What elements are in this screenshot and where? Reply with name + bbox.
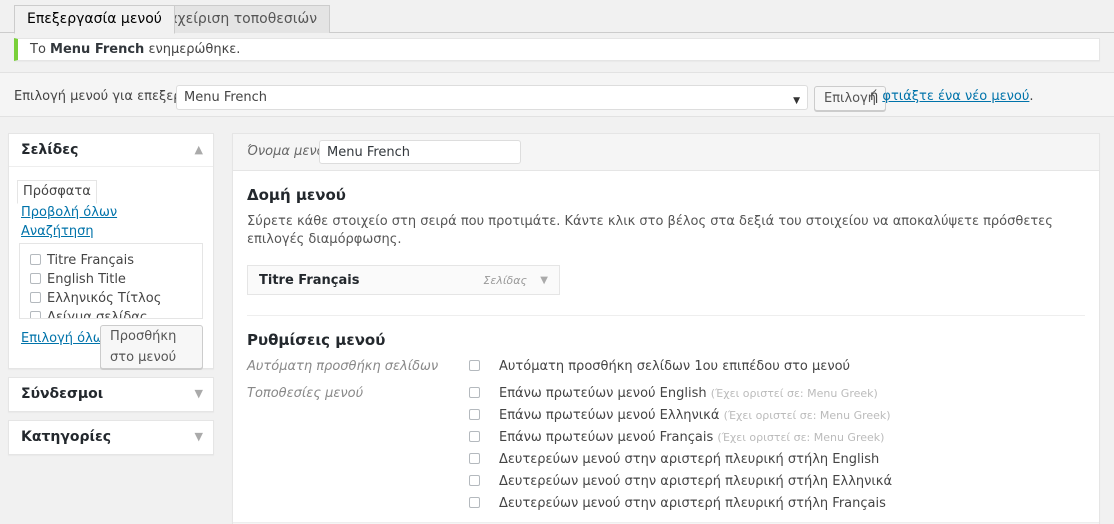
checkbox-icon[interactable]	[469, 360, 480, 371]
expand-arrow-down-icon[interactable]: ▼	[195, 388, 203, 399]
checkbox-icon[interactable]	[30, 254, 41, 265]
setting-fields-locations: Επάνω πρωτεύων μενού English (Έχει οριστ…	[469, 385, 1085, 512]
setting-fields-auto-add: Αυτόματη προσθήκη σελίδων 1ου επιπέδου σ…	[469, 358, 1085, 375]
postbox-links-title: Σύνδεσμοι	[21, 386, 104, 402]
setting-label-locations: Τοποθεσίες μενού	[247, 386, 364, 401]
menu-settings: Αυτόματη προσθήκη σελίδων Αυτόματη προσθ…	[247, 358, 1085, 512]
period-text: .	[1029, 89, 1034, 104]
menu-select-bar: Επιλογή μενού για επεξεργασία: Menu Fren…	[0, 72, 1114, 117]
page-label: Titre Français	[47, 253, 135, 268]
checkbox-icon[interactable]	[30, 311, 41, 318]
setting-label-auto-add: Αυτόματη προσθήκη σελίδων	[247, 359, 439, 374]
pages-tab-recent[interactable]: Πρόσφατα	[17, 180, 97, 204]
expand-arrow-down-icon[interactable]: ▼	[195, 431, 203, 442]
nav-tab-wrapper: Επεξεργασία μενού Διαχείριση τοποθεσιών	[0, 0, 1114, 34]
create-new-menu-link[interactable]: φτιάξτε ένα νέο μενού	[882, 89, 1029, 104]
postbox-pages-title: Σελίδες	[21, 142, 79, 158]
location-label: Επάνω πρωτεύων μενού Français	[499, 430, 714, 445]
location-checkbox-row[interactable]: Επάνω πρωτεύων μενού Ελληνικά (Έχει ορισ…	[469, 407, 1085, 424]
location-checkbox-row[interactable]: Δευτερεύων μενού στην αριστερή πλευρική …	[469, 473, 1085, 490]
location-checkbox-row[interactable]: Δευτερεύων μενού στην αριστερή πλευρική …	[469, 451, 1085, 468]
pages-tab-links: ΠρόσφαταΠροβολή όλωνΑναζήτηση	[17, 167, 203, 241]
page-label: Ελληνικός Τίτλος	[47, 291, 162, 306]
page-label: Δείγμα σελίδας	[47, 310, 148, 319]
setting-row-auto-add: Αυτόματη προσθήκη σελίδων Αυτόματη προσθ…	[247, 358, 1085, 375]
location-note: (Έχει οριστεί σε: Menu Greek)	[717, 431, 885, 444]
select-all-link[interactable]: Επιλογή όλων	[21, 331, 111, 346]
pages-tab-search[interactable]: Αναζήτηση	[21, 222, 94, 241]
menu-select-dropdown[interactable]: Menu French ▼	[176, 85, 808, 110]
update-notice-text: Το Menu French ενημερώθηκε.	[18, 39, 1099, 61]
collapse-arrow-up-icon[interactable]: ▲	[195, 144, 203, 155]
postbox-categories: Κατηγορίες ▼	[8, 420, 214, 455]
auto-add-checkbox-row[interactable]: Αυτόματη προσθήκη σελίδων 1ου επιπέδου σ…	[469, 358, 1085, 375]
menu-name-input[interactable]	[319, 140, 521, 164]
structure-title: Δομή μενού	[247, 186, 346, 204]
page-checkbox-row[interactable]: Titre Français	[30, 252, 192, 269]
location-note: (Έχει οριστεί σε: Menu Greek)	[723, 409, 891, 422]
notice-menu-name: Menu French	[50, 42, 145, 57]
notice-prefix: Το	[30, 42, 51, 57]
or-text: ή	[870, 89, 883, 104]
location-label: Επάνω πρωτεύων μενού Ελληνικά	[499, 408, 720, 423]
menu-item-title: Titre Français	[259, 273, 360, 288]
menu-edit-panel: Όνομα μενού Δομή μενού Σύρετε κάθε στοιχ…	[232, 133, 1100, 524]
location-checkbox-row[interactable]: Επάνω πρωτεύων μενού English (Έχει οριστ…	[469, 385, 1085, 402]
add-to-menu-button[interactable]: Προσθήκη στο μενού	[100, 325, 203, 369]
menu-item-type: Σελίδας	[483, 274, 527, 287]
pages-panel-footer: Επιλογή όλων Προσθήκη στο μενού	[19, 319, 203, 369]
postbox-pages: Σελίδες ▲ ΠρόσφαταΠροβολή όλωνΑναζήτηση …	[8, 133, 214, 369]
settings-title: Ρυθμίσεις μενού	[247, 331, 386, 349]
menu-sidebar: Σελίδες ▲ ΠρόσφαταΠροβολή όλωνΑναζήτηση …	[8, 133, 214, 463]
pages-tabs-panel: Titre Français English Title Ελληνικός Τ…	[19, 243, 203, 319]
page-checkbox-row[interactable]: English Title	[30, 271, 192, 288]
page-checkbox-row[interactable]: Δείγμα σελίδας	[30, 309, 192, 319]
chevron-down-icon: ▼	[793, 96, 800, 106]
location-checkbox-row[interactable]: Δευτερεύων μενού στην αριστερή πλευρική …	[469, 495, 1085, 512]
tab-edit-menus[interactable]: Επεξεργασία μενού	[14, 5, 175, 34]
setting-row-locations: Τοποθεσίες μενού Επάνω πρωτεύων μενού En…	[247, 385, 1085, 512]
location-label: Επάνω πρωτεύων μενού English	[499, 386, 707, 401]
menu-select-value: Menu French	[184, 90, 268, 105]
chevron-down-icon[interactable]: ▼	[540, 275, 548, 286]
menu-name-row: Όνομα μενού	[233, 134, 1099, 171]
auto-add-label: Αυτόματη προσθήκη σελίδων 1ου επιπέδου σ…	[499, 359, 851, 374]
checkbox-icon[interactable]	[469, 431, 480, 442]
checkbox-icon[interactable]	[469, 409, 480, 420]
update-notice: Το Menu French ενημερώθηκε.	[14, 38, 1100, 61]
wordpress-menus-screen: Επεξεργασία μενού Διαχείριση τοποθεσιών …	[0, 0, 1114, 524]
checkbox-icon[interactable]	[469, 475, 480, 486]
create-new-menu-text: ή φτιάξτε ένα νέο μενού.	[870, 89, 1034, 104]
page-label: English Title	[47, 272, 126, 287]
location-note: (Έχει οριστεί σε: Menu Greek)	[710, 387, 878, 400]
divider	[247, 315, 1085, 316]
postbox-pages-body: ΠρόσφαταΠροβολή όλωνΑναζήτηση Titre Fran…	[9, 167, 213, 369]
structure-description: Σύρετε κάθε στοιχείο στη σειρά που προτι…	[247, 214, 1053, 247]
location-label: Δευτερεύων μενού στην αριστερή πλευρική …	[499, 496, 886, 511]
checkbox-icon[interactable]	[469, 453, 480, 464]
menu-panel-inner: Δομή μενού Σύρετε κάθε στοιχείο στη σειρ…	[233, 171, 1099, 512]
pages-tab-view-all[interactable]: Προβολή όλων	[21, 203, 117, 222]
location-label: Δευτερεύων μενού στην αριστερή πλευρική …	[499, 452, 880, 467]
page-checkbox-row[interactable]: Ελληνικός Τίτλος	[30, 290, 192, 307]
location-checkbox-row[interactable]: Επάνω πρωτεύων μενού Français (Έχει ορισ…	[469, 429, 1085, 446]
location-label: Δευτερεύων μενού στην αριστερή πλευρική …	[499, 474, 893, 489]
checkbox-icon[interactable]	[469, 497, 480, 508]
postbox-pages-header[interactable]: Σελίδες ▲	[9, 134, 213, 167]
menu-item[interactable]: Titre Français Σελίδας ▼	[247, 265, 560, 295]
postbox-categories-title: Κατηγορίες	[21, 429, 112, 445]
checkbox-icon[interactable]	[30, 292, 41, 303]
checkbox-icon[interactable]	[469, 387, 480, 398]
postbox-categories-header[interactable]: Κατηγορίες ▼	[9, 421, 213, 454]
notice-suffix: ενημερώθηκε.	[144, 42, 241, 57]
checkbox-icon[interactable]	[30, 273, 41, 284]
postbox-links: Σύνδεσμοι ▼	[8, 377, 214, 412]
postbox-links-header[interactable]: Σύνδεσμοι ▼	[9, 378, 213, 411]
